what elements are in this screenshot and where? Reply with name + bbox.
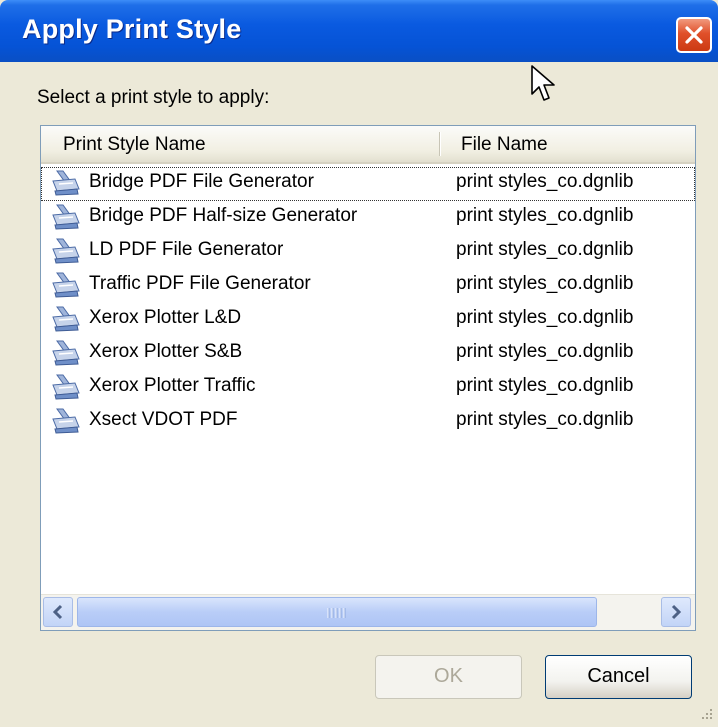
apply-print-style-dialog: Apply Print Style Select a print style t… — [0, 0, 718, 727]
cancel-button[interactable]: Cancel — [545, 655, 692, 699]
print-style-name: Bridge PDF Half-size Generator — [89, 205, 358, 226]
list-item[interactable]: Xerox Plotter Traffic print styles_co.dg… — [41, 371, 695, 405]
scrollbar-thumb[interactable] — [77, 597, 597, 627]
print-style-list[interactable]: Print Style Name File Name Bridge PDF Fi… — [40, 125, 696, 631]
grip-icon — [327, 608, 346, 618]
file-name: print styles_co.dgnlib — [456, 273, 634, 294]
horizontal-scrollbar[interactable] — [41, 594, 695, 630]
print-style-name: Xsect VDOT PDF — [89, 409, 238, 430]
print-style-icon — [52, 408, 80, 434]
print-style-icon — [52, 238, 80, 264]
print-style-icon — [52, 306, 80, 332]
column-header-print-style-name[interactable]: Print Style Name — [63, 134, 206, 156]
column-divider[interactable] — [439, 132, 440, 156]
list-item[interactable]: Xsect VDOT PDF print styles_co.dgnlib — [41, 405, 695, 439]
file-name: print styles_co.dgnlib — [456, 171, 634, 192]
list-item[interactable]: LD PDF File Generator print styles_co.dg… — [41, 235, 695, 269]
scroll-right-button[interactable] — [661, 597, 691, 627]
mouse-cursor-icon — [531, 65, 555, 101]
list-item[interactable]: Xerox Plotter S&B print styles_co.dgnlib — [41, 337, 695, 371]
print-style-name: Xerox Plotter L&D — [89, 307, 242, 328]
instruction-label: Select a print style to apply: — [37, 87, 270, 108]
print-style-icon — [52, 170, 80, 196]
print-style-name: Bridge PDF File Generator — [89, 171, 314, 192]
dialog-title: Apply Print Style — [22, 14, 242, 44]
close-icon — [685, 26, 703, 44]
print-style-name: Traffic PDF File Generator — [89, 273, 311, 294]
file-name: print styles_co.dgnlib — [456, 341, 634, 362]
column-header-file-name[interactable]: File Name — [461, 134, 548, 156]
print-style-icon — [52, 374, 80, 400]
file-name: print styles_co.dgnlib — [456, 239, 634, 260]
list-item[interactable]: Traffic PDF File Generator print styles_… — [41, 269, 695, 303]
list-header: Print Style Name File Name — [41, 126, 695, 164]
file-name: print styles_co.dgnlib — [456, 205, 634, 226]
ok-button[interactable]: OK — [375, 655, 522, 699]
list-item[interactable]: Bridge PDF File Generator print styles_c… — [41, 167, 695, 201]
resize-grip-icon[interactable] — [696, 705, 716, 725]
file-name: print styles_co.dgnlib — [456, 375, 634, 396]
list-item[interactable]: Bridge PDF Half-size Generator print sty… — [41, 201, 695, 235]
list-item[interactable]: Xerox Plotter L&D print styles_co.dgnlib — [41, 303, 695, 337]
print-style-name: LD PDF File Generator — [89, 239, 284, 260]
print-style-icon — [52, 340, 80, 366]
print-style-icon — [52, 204, 80, 230]
print-style-icon — [52, 272, 80, 298]
file-name: print styles_co.dgnlib — [456, 307, 634, 328]
scroll-left-button[interactable] — [43, 597, 73, 627]
print-style-name: Xerox Plotter Traffic — [89, 375, 256, 396]
title-bar[interactable]: Apply Print Style — [0, 0, 718, 62]
close-button[interactable] — [676, 17, 712, 53]
print-style-name: Xerox Plotter S&B — [89, 341, 243, 362]
chevron-right-icon — [671, 604, 682, 620]
file-name: print styles_co.dgnlib — [456, 409, 634, 430]
chevron-left-icon — [52, 604, 63, 620]
